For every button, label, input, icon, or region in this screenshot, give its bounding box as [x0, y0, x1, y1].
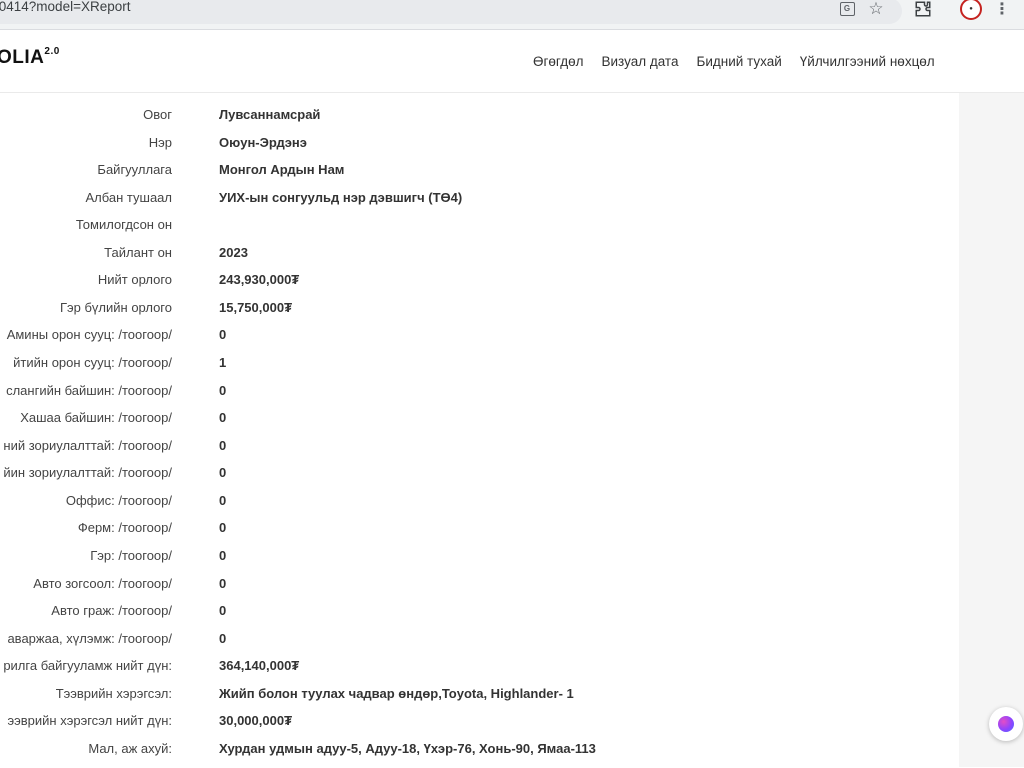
record-row: Овог Лувсаннамсрай — [0, 107, 959, 134]
record-label: Амины орон сууц: /тоогоор/ — [6, 327, 172, 342]
address-bar-url[interactable]: /260414?model=XReport — [0, 0, 130, 14]
record-value: 2023 — [219, 245, 248, 260]
record-value: 0 — [219, 493, 227, 508]
record-label: Нийт орлого — [97, 272, 172, 287]
record-value: 0 — [219, 383, 227, 398]
record-value: 243,930,000₮ — [219, 272, 300, 287]
logo-text: OLIA — [0, 47, 45, 68]
record-row: Нийт орлого 243,930,000₮ — [0, 272, 959, 299]
record-row: ээврийн хэрэгсэл нийт дүн: 30,000,000₮ — [0, 713, 959, 740]
record-label: Байгууллага — [97, 162, 172, 177]
record-row: Тайлант он 2023 — [0, 245, 959, 272]
record-row: Албан тушаал УИХ-ын сонгуульд нэр дэвшиг… — [0, 190, 959, 217]
record-value: Монгол Ардын Нам — [219, 162, 345, 177]
record-row: Мал, аж ахуй: Хурдан удмын адуу-5, Адуу-… — [0, 741, 959, 768]
profile-avatar-icon[interactable]: ● — [960, 0, 982, 20]
record-label: Хашаа байшин: /тоогоор/ — [20, 410, 172, 425]
record-row: ний зориулалттай: /тоогоор/ 0 — [0, 438, 959, 465]
record-row: аваржаа, хүлэмж: /тоогоор/ 0 — [0, 631, 959, 658]
more-menu-icon[interactable]: ⋮ — [994, 0, 1010, 18]
record-label: Тээврийн хэрэгсэл: — [55, 686, 172, 701]
nav-about-us[interactable]: Бидний тухай — [696, 54, 781, 69]
record-label: ээврийн хэрэгсэл нийт дүн: — [7, 713, 172, 728]
record-row: Амины орон сууц: /тоогоор/ 0 — [0, 327, 959, 354]
record-value: 0 — [219, 465, 227, 480]
record-value: 0 — [219, 548, 227, 563]
logo-version: 2.0 — [44, 45, 60, 57]
record-row: Томилогдсон он — [0, 217, 959, 244]
record-value: УИХ-ын сонгуульд нэр дэвшигч (ТӨ4) — [219, 190, 463, 205]
record-row: Байгууллага Монгол Ардын Нам — [0, 162, 959, 189]
bookmark-star-icon[interactable]: ☆ — [866, 0, 886, 18]
record-value: Жийп болон туулах чадвар өндөр,Toyota, H… — [219, 686, 574, 701]
record-label: слангийн байшин: /тоогоор/ — [6, 383, 172, 398]
record-label: Оффис: /тоогоор/ — [65, 493, 172, 508]
record-row: Гэр: /тоогоор/ 0 — [0, 548, 959, 575]
nav-visual-data[interactable]: Визуал дата — [602, 54, 679, 69]
record-label: йин зориулалттай: /тоогоор/ — [3, 465, 172, 480]
record-value: 364,140,000₮ — [219, 658, 300, 673]
record-label: Авто зогсоол: /тоогоор/ — [33, 576, 172, 591]
record-value: 30,000,000₮ — [219, 713, 293, 728]
record-value: 0 — [219, 410, 227, 425]
main-nav: Өгөгдөл Визуал дата Бидний тухай Үйлчилг… — [533, 54, 935, 69]
record-label: Тайлант он — [104, 245, 172, 260]
record-row: Авто зогсоол: /тоогоор/ 0 — [0, 576, 959, 603]
record-label: Мал, аж ахуй: — [88, 741, 172, 756]
record-value: 0 — [219, 520, 227, 535]
nav-data[interactable]: Өгөгдөл — [533, 54, 584, 69]
brain-icon — [998, 716, 1014, 732]
record-value: Хурдан удмын адуу-5, Адуу-18, Үхэр-76, Х… — [219, 741, 596, 756]
record-label: Албан тушаал — [85, 190, 173, 205]
extensions-puzzle-icon[interactable] — [913, 0, 933, 18]
page-side-gutter — [959, 93, 1024, 767]
record-label: рилга байгууламж нийт дүн: — [3, 658, 172, 673]
record-value: Оюун-Эрдэнэ — [219, 135, 307, 150]
site-header: OLIA2.0 Өгөгдөл Визуал дата Бидний тухай… — [0, 31, 1024, 93]
record-label: Гэр бүлийн орлого — [59, 300, 172, 315]
record-label: Ферм: /тоогоор/ — [77, 520, 172, 535]
record-value: 0 — [219, 631, 227, 646]
record-label: Гэр: /тоогоор/ — [90, 548, 172, 563]
browser-toolbar: /260414?model=XReport G ☆ ● ⋮ — [0, 0, 1024, 30]
site-logo[interactable]: OLIA2.0 — [0, 45, 60, 69]
record-row: Ферм: /тоогоор/ 0 — [0, 520, 959, 547]
record-label: йтийн орон сууц: /тоогоор/ — [13, 355, 172, 370]
record-label: Авто граж: /тоогоор/ — [51, 603, 172, 618]
floating-assistant-button[interactable] — [989, 707, 1023, 741]
record-label: Овог — [143, 107, 172, 122]
record-value: 15,750,000₮ — [219, 300, 293, 315]
record-value: 0 — [219, 576, 227, 591]
nav-terms-of-service[interactable]: Үйлчилгээний нөхцөл — [800, 54, 935, 69]
record-row: йин зориулалттай: /тоогоор/ 0 — [0, 465, 959, 492]
record-label: Томилогдсон он — [75, 217, 172, 232]
record-label: Нэр — [148, 135, 172, 150]
record-value: 0 — [219, 603, 227, 618]
record-row: йтийн орон сууц: /тоогоор/ 1 — [0, 355, 959, 382]
record-row: Оффис: /тоогоор/ 0 — [0, 493, 959, 520]
record-row: слангийн байшин: /тоогоор/ 0 — [0, 383, 959, 410]
record-label: ний зориулалттай: /тоогоор/ — [3, 438, 172, 453]
record-row: Нэр Оюун-Эрдэнэ — [0, 135, 959, 162]
record-label: аваржаа, хүлэмж: /тоогоор/ — [7, 631, 172, 646]
record-row: Авто граж: /тоогоор/ 0 — [0, 603, 959, 630]
record-value: 1 — [219, 355, 227, 370]
record-row: Тээврийн хэрэгсэл: Жийп болон туулах чад… — [0, 686, 959, 713]
address-bar[interactable]: /260414?model=XReport — [0, 0, 902, 24]
record-value: 0 — [219, 438, 227, 453]
record-row: Хашаа байшин: /тоогоор/ 0 — [0, 410, 959, 437]
record-row: рилга байгууламж нийт дүн: 364,140,000₮ — [0, 658, 959, 685]
record-value: 0 — [219, 327, 227, 342]
record-value: Лувсаннамсрай — [219, 107, 321, 122]
record-row: Гэр бүлийн орлого 15,750,000₮ — [0, 300, 959, 327]
translate-icon[interactable]: G — [838, 0, 856, 18]
